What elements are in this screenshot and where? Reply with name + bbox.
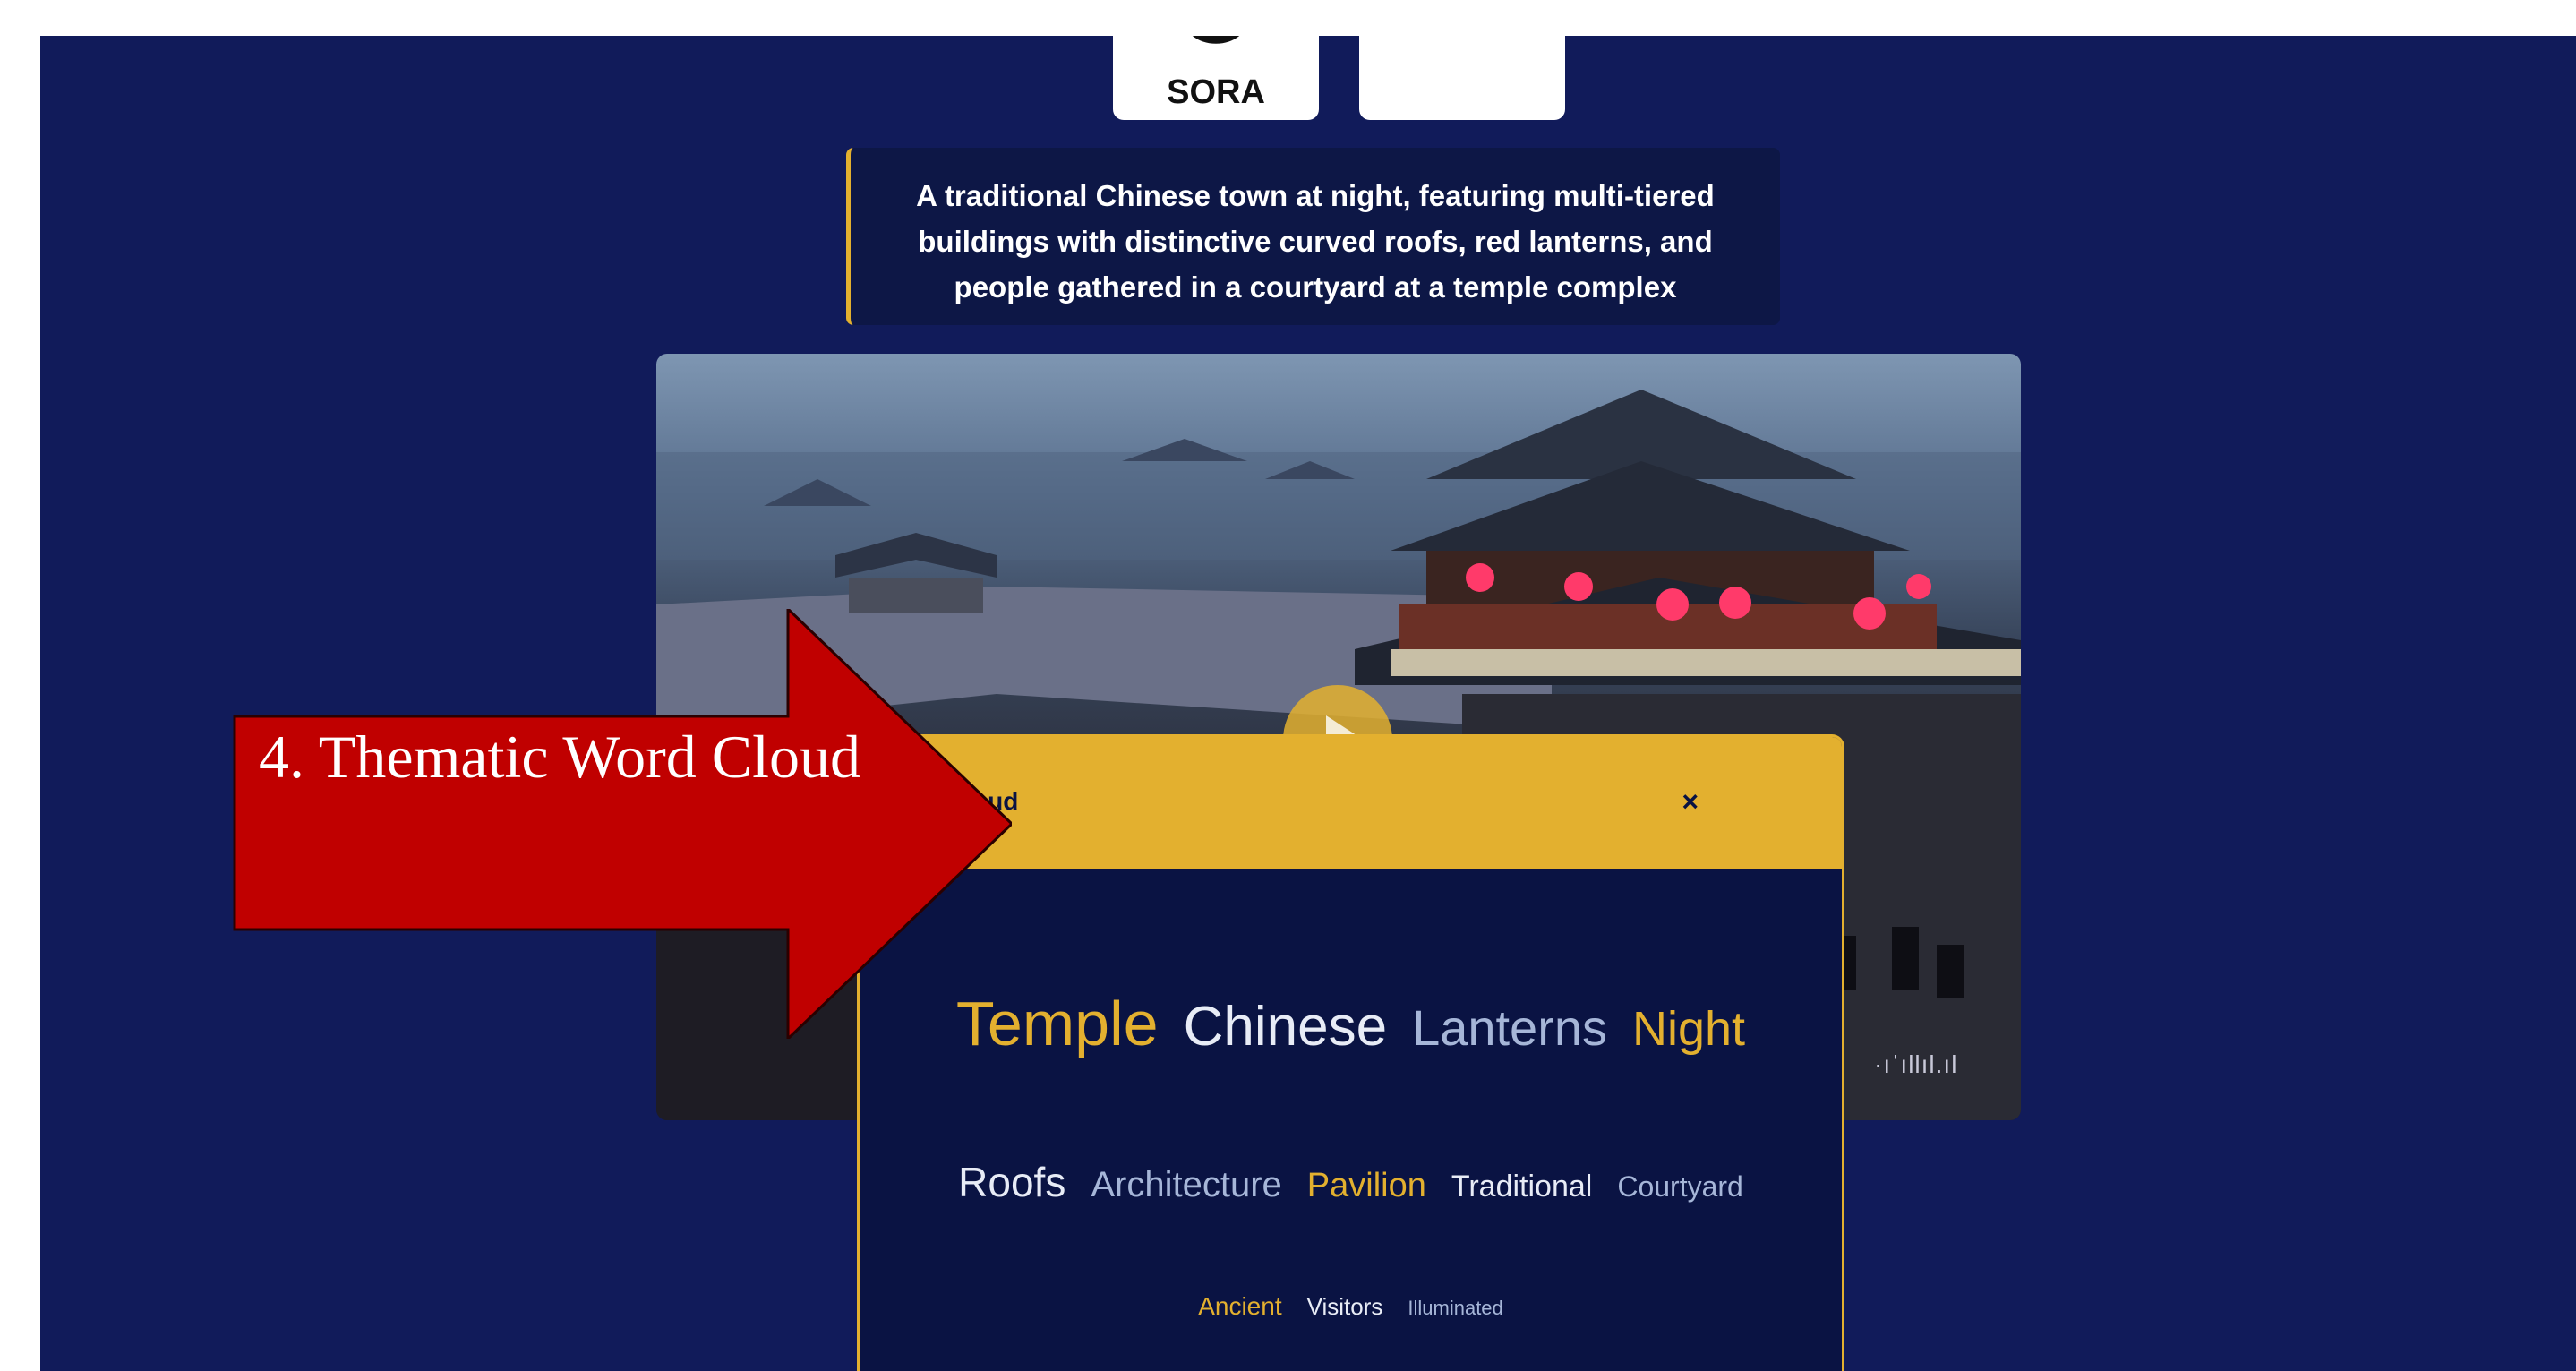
word-cloud-word: Illuminated: [1408, 1297, 1503, 1319]
word-cloud-row: Roofs Architecture Pavilion Traditional Cour…: [860, 1158, 1842, 1206]
word-cloud-row: Ancient Visitors Illuminated: [860, 1292, 1842, 1321]
openai-knot-icon: [1193, 36, 1239, 44]
word-cloud-word: Night: [1632, 1002, 1746, 1056]
video-caption: A traditional Chinese town at night, fea…: [846, 148, 1780, 325]
partner-logo-card: [1359, 36, 1565, 120]
word-cloud-word: Traditional: [1451, 1170, 1593, 1204]
word-cloud-word: Lanterns: [1412, 999, 1607, 1056]
word-cloud-word: Architecture: [1091, 1165, 1282, 1204]
word-cloud-word: Pavilion: [1306, 1167, 1426, 1204]
word-cloud-word: Ancient: [1198, 1292, 1282, 1320]
word-cloud-word: Courtyard: [1617, 1170, 1743, 1203]
close-icon[interactable]: ×: [1682, 785, 1699, 818]
page-background: SORA A traditional Chinese town at night…: [40, 36, 2576, 1371]
sora-logo-card: SORA: [1113, 36, 1319, 120]
audio-waveform-icon: ·ıˈıllıl.ıl: [1874, 1050, 1958, 1078]
partner-logo-icon: [1395, 36, 1529, 54]
word-cloud-word: Visitors: [1306, 1293, 1383, 1320]
callout-label: 4. Thematic Word Cloud: [259, 723, 860, 791]
word-cloud-word: Chinese: [1183, 996, 1388, 1058]
word-cloud-word: Roofs: [958, 1159, 1066, 1205]
sora-logo-text: SORA: [1167, 73, 1265, 111]
callout-arrow: [233, 609, 1012, 1039]
